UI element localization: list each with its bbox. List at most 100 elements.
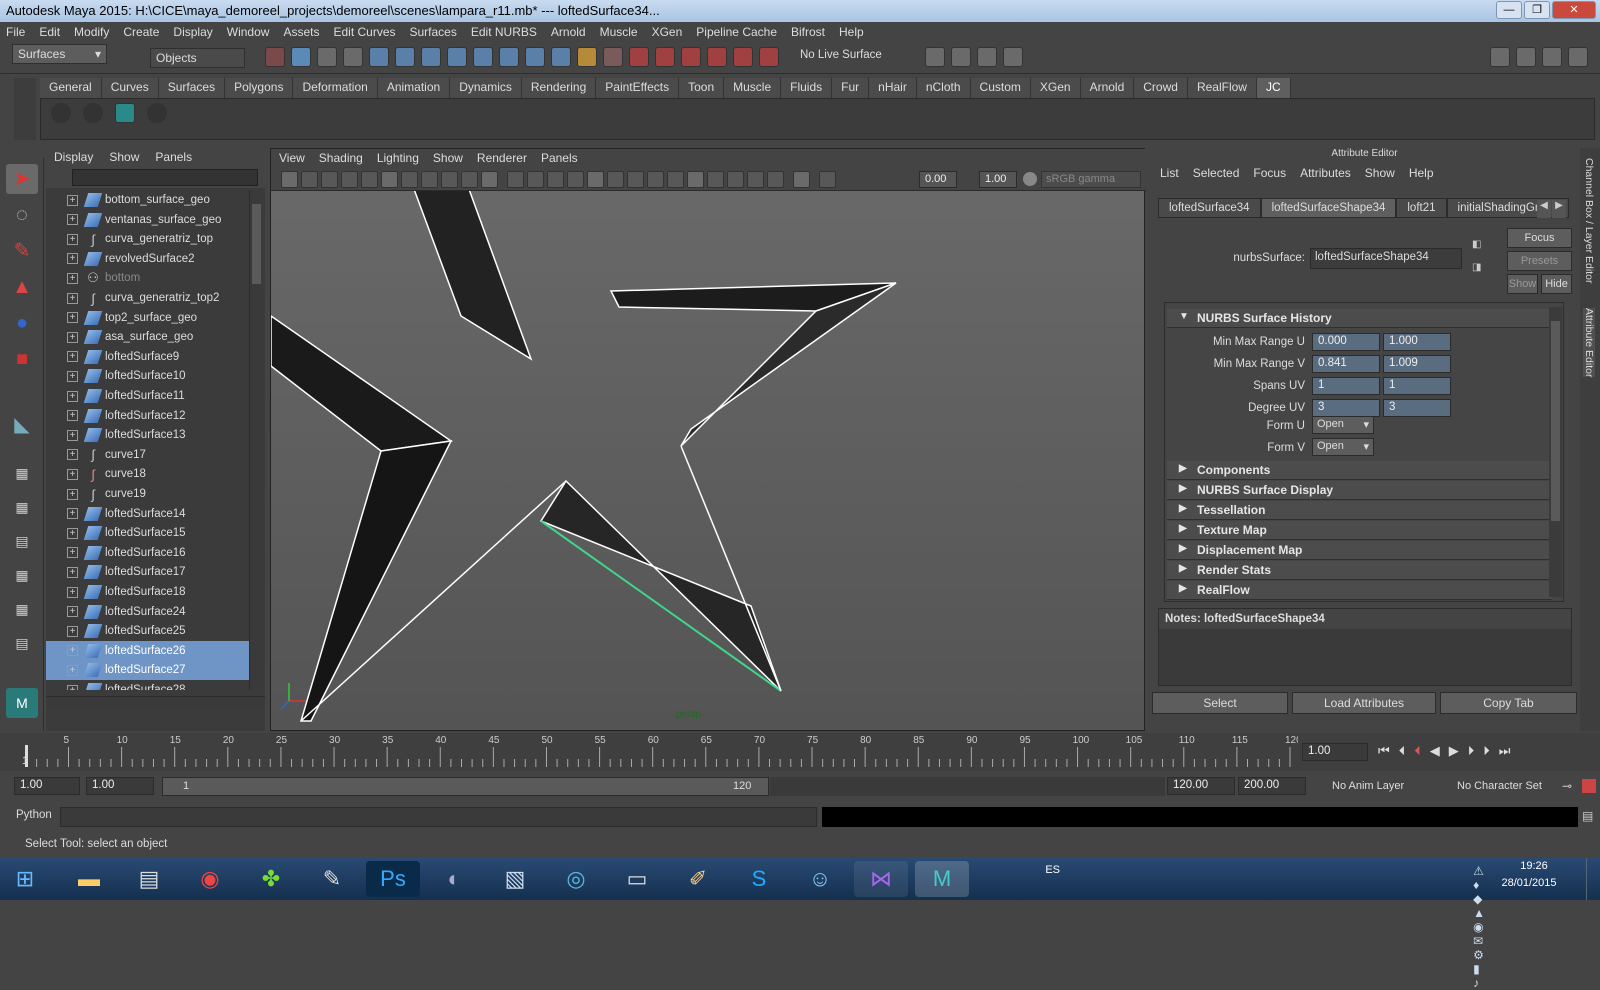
explorer-icon[interactable]: ▬ (62, 861, 116, 897)
selection-mode-dropdown[interactable]: Objects (150, 48, 245, 68)
shadows-icon[interactable] (627, 171, 644, 188)
expand-icon[interactable]: + (67, 449, 78, 461)
form-v-dropdown[interactable]: Open ▾ (1312, 438, 1374, 456)
shelf-tab-fur[interactable]: Fur (832, 78, 870, 98)
shelf-tab-custom[interactable]: Custom (970, 78, 1031, 98)
attr-scrollbar-thumb[interactable] (1551, 321, 1560, 521)
history-field-b[interactable]: 1.009 (1383, 355, 1451, 373)
outliner-item[interactable]: + ∫ curva_generatriz_top2 (46, 288, 249, 308)
shelf-tab-deformation[interactable]: Deformation (293, 78, 378, 98)
outliner-search-input[interactable] (72, 169, 258, 186)
scale-tool-icon[interactable]: ■ (6, 344, 38, 374)
outliner-item[interactable]: + loftedSurface17 (46, 562, 249, 582)
app-c-icon[interactable]: ◐ (427, 861, 481, 897)
anim-layer-dropdown[interactable]: No Anim Layer (1312, 777, 1437, 796)
messenger-icon[interactable]: ☺ (793, 861, 847, 897)
shelf-tab-dynamics[interactable]: Dynamics (450, 78, 522, 98)
history-field-b[interactable]: 1 (1383, 377, 1451, 395)
resolution-gate-icon[interactable] (401, 171, 418, 188)
lock-icon[interactable] (577, 47, 597, 67)
menu-pipeline-cache[interactable]: Pipeline Cache (696, 25, 777, 39)
layout-script-icon[interactable]: ▤ (6, 628, 38, 658)
presets-button[interactable]: Presets (1507, 251, 1572, 271)
clock-time[interactable]: 19:26 (1504, 860, 1564, 872)
attr-menu-selected[interactable]: Selected (1193, 166, 1240, 180)
tab-scroll-right-icon[interactable]: ▶ (1552, 200, 1566, 218)
viewport-menu-shading[interactable]: Shading (319, 151, 363, 167)
start-time-field[interactable]: 1.00 (14, 777, 80, 795)
expand-icon[interactable]: + (67, 468, 78, 480)
paint-icon[interactable]: ✐ (671, 861, 725, 897)
render-frame-icon[interactable] (951, 47, 971, 67)
image-plane-icon[interactable] (341, 171, 358, 188)
step-forward-key-icon[interactable]: ⏵ (1483, 743, 1490, 759)
modeling-toolkit-icon[interactable] (1490, 47, 1510, 67)
attribute-editor-tab[interactable]: Attribute Editor (1583, 308, 1595, 378)
menu-assets[interactable]: Assets (283, 25, 319, 39)
outliner-item[interactable]: + loftedSurface14 (46, 504, 249, 524)
command-input[interactable] (60, 807, 817, 827)
notes-area[interactable]: Notes: loftedSurfaceShape34 (1158, 608, 1572, 686)
visual-studio-icon[interactable]: ⋈ (854, 861, 908, 897)
select-camera-icon[interactable] (281, 171, 298, 188)
attribute-editor-toggle-icon[interactable] (1516, 47, 1536, 67)
shelf-tab-fluids[interactable]: Fluids (781, 78, 833, 98)
shelf-tab-rendering[interactable]: Rendering (521, 78, 597, 98)
hierarchy-icon[interactable] (265, 47, 285, 67)
expand-icon[interactable]: + (67, 214, 78, 226)
play-backward-icon[interactable]: ◀ (1430, 743, 1440, 759)
paint-select-icon[interactable]: ✎ (6, 236, 38, 266)
colorspace-field[interactable]: sRGB gamma (1041, 171, 1141, 188)
section-nurbs-surface-display[interactable]: ▶ NURBS Surface Display (1167, 481, 1552, 500)
form-u-dropdown[interactable]: Open ▾ (1312, 416, 1374, 434)
attr-scrollbar[interactable] (1549, 307, 1562, 597)
expand-icon[interactable]: + (67, 390, 78, 402)
outliner-menu-display[interactable]: Display (54, 150, 93, 166)
last-tool-icon[interactable]: ◣ (6, 410, 38, 440)
attr-tab[interactable]: loft21 (1396, 198, 1447, 218)
menu-bifrost[interactable]: Bifrost (791, 25, 825, 39)
outliner-item[interactable]: + loftedSurface24 (46, 602, 249, 622)
select-button[interactable]: Select (1152, 692, 1288, 714)
motion-blur-icon[interactable] (667, 171, 684, 188)
select-input-icon[interactable]: ◧ (1472, 239, 1486, 253)
outliner-item[interactable]: + ventanas_surface_geo (46, 210, 249, 230)
menu-window[interactable]: Window (227, 25, 270, 39)
ipr-render-icon[interactable] (977, 47, 997, 67)
playback-end-field[interactable]: 120.00 (1167, 777, 1235, 795)
snap-surface-icon[interactable] (733, 47, 753, 67)
document-app-icon[interactable]: ▧ (488, 861, 542, 897)
tab-scroll-left-icon[interactable]: ◀ (1537, 200, 1551, 218)
menu-edit[interactable]: Edit (39, 25, 60, 39)
expand-icon[interactable]: + (67, 410, 78, 422)
expand-icon[interactable]: + (67, 292, 78, 304)
end-time-field[interactable]: 200.00 (1238, 777, 1306, 795)
select-rendering-icon[interactable] (499, 47, 519, 67)
expand-icon[interactable]: + (67, 253, 78, 265)
auto-key-icon[interactable] (1582, 779, 1596, 793)
viewport-menu-panels[interactable]: Panels (541, 151, 578, 167)
outliner-item[interactable]: + loftedSurface16 (46, 543, 249, 563)
history-field-b[interactable]: 3 (1383, 399, 1451, 417)
xray-icon[interactable] (727, 171, 744, 188)
outliner-item[interactable]: + loftedSurface12 (46, 406, 249, 426)
tray-icons[interactable]: ⚠ ♦ ◆ ▲ ◉ ✉ ⚙ ▮ ♪ (1473, 864, 1490, 990)
chrome-icon[interactable]: ◉ (183, 861, 237, 897)
photoshop-icon[interactable]: Ps (366, 861, 420, 897)
focus-button[interactable]: Focus (1507, 228, 1572, 248)
textured-icon[interactable] (587, 171, 604, 188)
expand-icon[interactable]: + (67, 331, 78, 343)
outliner-item[interactable]: + ∫ curve17 (46, 445, 249, 465)
section-realflow[interactable]: ▶ RealFlow (1167, 581, 1552, 600)
snap-point-icon[interactable] (681, 47, 701, 67)
select-deformations-icon[interactable] (447, 47, 467, 67)
maya-taskbar-icon[interactable]: M (915, 861, 969, 897)
move-tool-icon[interactable]: ▲ (6, 272, 38, 302)
snap-curve-icon[interactable] (655, 47, 675, 67)
outliner-hscrollbar[interactable] (46, 696, 265, 710)
go-to-end-icon[interactable]: ⏭ (1499, 743, 1511, 759)
star-surface-view[interactable] (271, 191, 1144, 730)
menu-create[interactable]: Create (123, 25, 159, 39)
channel-box-toggle-icon[interactable] (1568, 47, 1588, 67)
scrollbar-thumb[interactable] (252, 204, 261, 284)
